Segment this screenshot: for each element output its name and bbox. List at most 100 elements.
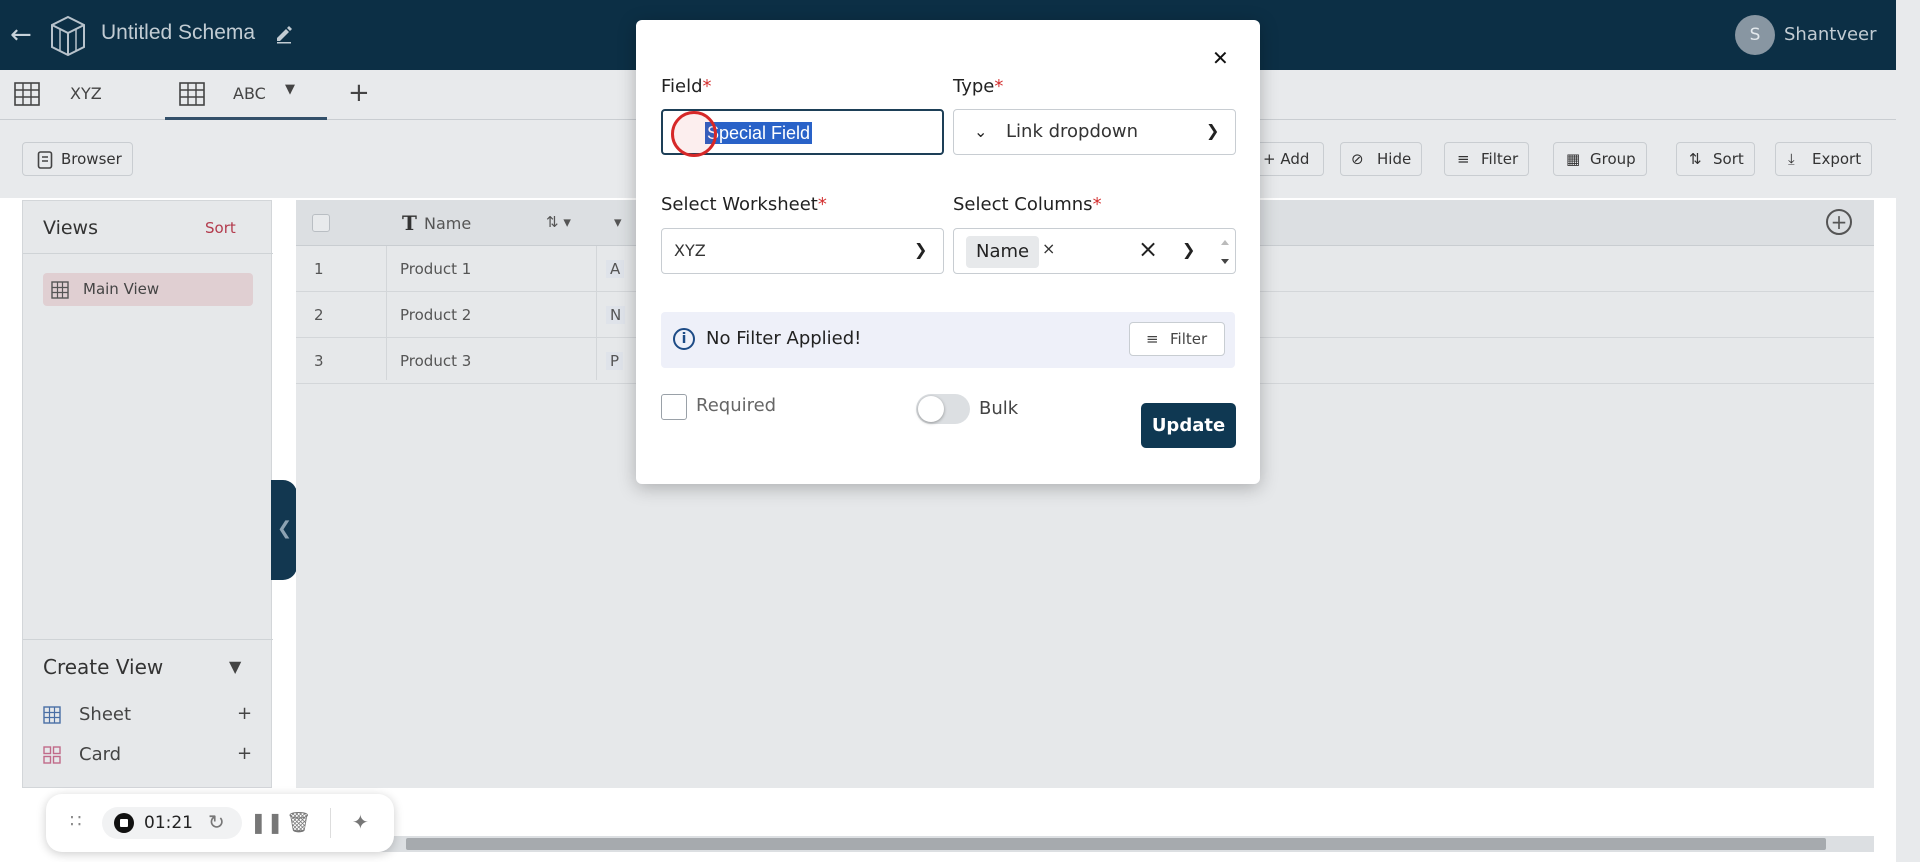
filter-button[interactable]: ≡ Filter [1444,142,1530,176]
field-name-input[interactable]: Special Field [661,109,944,157]
download-icon: ⤓ [1788,150,1795,168]
cell-link-chip[interactable]: A [606,260,625,278]
required-asterisk: * [994,76,1004,97]
select-all-checkbox[interactable] [312,214,330,232]
trash-icon[interactable]: 🗑 [286,810,311,834]
views-sort-link[interactable]: Sort [205,219,236,237]
pencil-edit-icon[interactable] [274,24,294,44]
export-label: Export [1812,150,1862,168]
chevron-left-icon: ❮ [277,518,293,539]
chevron-down-icon[interactable]: ❯ [1182,240,1195,259]
create-sheet-view[interactable]: Sheet + [43,701,253,731]
chevron-down-icon[interactable]: ❯ [914,240,927,259]
divider [23,253,273,254]
tab-label: XYZ [70,84,102,103]
drag-handle-icon[interactable]: ∷ [70,811,81,832]
edit-field-modal: ✕ Field* Special Field Type* ⌄ Link drop… [636,20,1260,484]
browser-label: Browser [61,150,122,168]
field-label: Field* [661,76,712,97]
cell-name[interactable]: Product 2 [400,306,471,324]
type-select[interactable]: ⌄ Link dropdown ❯ [953,109,1236,155]
spinner-arrows-icon[interactable] [1218,233,1232,271]
clear-icon[interactable]: × [1138,235,1158,263]
recording-time: 01:21 [144,813,193,833]
type-label-text: Type [953,76,995,97]
tab-dropdown-chevron-icon[interactable]: ▼ [285,82,295,97]
hide-button[interactable]: ⊘ Hide [1340,142,1423,176]
update-button[interactable]: Update [1141,403,1236,448]
group-label: Group [1590,150,1636,168]
worksheet-label-text: Select Worksheet [661,194,818,215]
create-item-label: Sheet [79,704,132,725]
sort-button[interactable]: ⇅ Sort [1676,142,1755,176]
type-value: Link dropdown [1006,121,1139,142]
notice-text: No Filter Applied! [706,328,862,349]
close-icon[interactable]: ✕ [1212,46,1229,70]
table-grid-icon [51,281,69,299]
sidebar-collapse-handle[interactable]: ❮ [271,480,297,580]
create-card-view[interactable]: Card + [43,741,253,771]
eye-slash-icon: ⊘ [1351,150,1364,168]
add-column-plus-icon[interactable]: + [1826,209,1852,235]
tab-xyz[interactable]: XYZ [0,70,162,120]
export-button[interactable]: ⤓ Export [1775,142,1873,176]
chevron-down-icon[interactable]: ❯ [1206,121,1219,140]
tab-abc[interactable]: ABC ▼ [165,70,327,120]
remove-chip-icon[interactable]: × [1042,239,1055,258]
plus-icon[interactable]: + [237,703,252,724]
column-chip: Name [966,236,1040,268]
user-name[interactable]: Shantveer [1784,24,1877,45]
browser-button[interactable]: Browser [22,142,133,176]
create-view-heading: Create View [43,655,164,679]
columns-label-text: Select Columns [953,194,1093,215]
group-button[interactable]: ▦ Group [1553,142,1647,176]
view-item-main-view[interactable]: Main View [43,273,253,306]
filter-button[interactable]: ≡ Filter [1129,322,1225,356]
worksheet-label: Select Worksheet* [661,194,827,215]
pause-icon[interactable]: ❚❚ [250,810,284,834]
group-icon: ▦ [1566,150,1581,168]
toggle-knob [918,396,944,422]
create-item-label: Card [79,744,122,765]
cursor-click-icon[interactable]: ✦ [352,810,369,834]
columns-multiselect[interactable]: Name × × ❯ [953,228,1236,274]
filter-lines-icon: ≡ [1146,330,1159,348]
cell-link-chip[interactable]: P [606,352,624,370]
user-avatar[interactable]: S [1735,15,1775,55]
table-grid-icon [14,82,40,106]
sort-arrows-icon: ⇅ [1689,150,1702,168]
filter-lines-icon: ≡ [1457,150,1470,168]
restart-icon[interactable]: ↻ [208,810,225,834]
screen-recorder-widget: ∷ 01:21 ↻ ❚❚ 🗑 ✦ [46,794,394,852]
bulk-label: Bulk [979,398,1019,419]
worksheet-value: XYZ [674,241,706,260]
tab-label: ABC [233,84,266,103]
column-header-name[interactable]: Name [424,214,471,233]
required-checkbox[interactable] [661,394,687,420]
info-icon: i [673,328,695,350]
type-label: Type* [953,76,1003,97]
back-arrow-icon[interactable]: ← [10,20,40,50]
row-number: 2 [314,306,324,324]
cell-name[interactable]: Product 1 [400,260,471,278]
plus-icon[interactable]: + [237,743,252,764]
chevron-down-icon[interactable]: ▼ [229,657,241,676]
worksheet-select[interactable]: XYZ ❯ [661,228,944,274]
filter-label: Filter [1481,150,1519,168]
cell-link-chip[interactable]: N [606,306,626,324]
scrollbar-thumb[interactable] [406,838,1826,850]
chevron-down-icon[interactable]: ▾ [614,213,622,231]
sort-column-icon[interactable]: ⇅ ▾ [546,213,571,231]
stop-icon[interactable] [114,813,134,833]
horizontal-scrollbar[interactable] [296,836,1874,852]
bulk-toggle[interactable] [916,394,970,424]
required-asterisk: * [1092,194,1102,215]
columns-label: Select Columns* [953,194,1102,215]
add-button[interactable]: + Add [1252,142,1324,176]
text-type-icon: T [402,211,417,235]
vertical-scrollbar[interactable] [1896,0,1920,862]
add-tab-plus-icon[interactable]: + [348,78,370,108]
cell-name[interactable]: Product 3 [400,352,471,370]
link-chevron-icon: ⌄ [974,122,988,141]
row-number: 1 [314,260,324,278]
